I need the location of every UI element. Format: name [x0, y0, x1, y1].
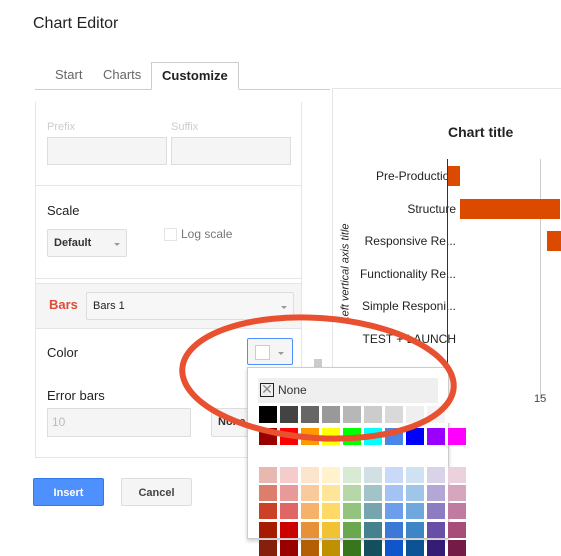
color-swatch-option[interactable] — [259, 539, 277, 556]
color-swatch-option[interactable] — [427, 539, 445, 556]
color-swatch-option[interactable] — [364, 539, 382, 556]
color-swatch-option[interactable] — [301, 539, 319, 556]
color-swatch-option[interactable] — [280, 539, 298, 556]
color-swatch-option[interactable] — [385, 539, 403, 556]
color-swatch-option[interactable] — [406, 539, 424, 556]
highlight-ellipse — [179, 314, 457, 442]
color-swatch-option[interactable] — [448, 539, 466, 556]
color-swatch-option[interactable] — [343, 539, 361, 556]
color-swatch-option[interactable] — [322, 539, 340, 556]
